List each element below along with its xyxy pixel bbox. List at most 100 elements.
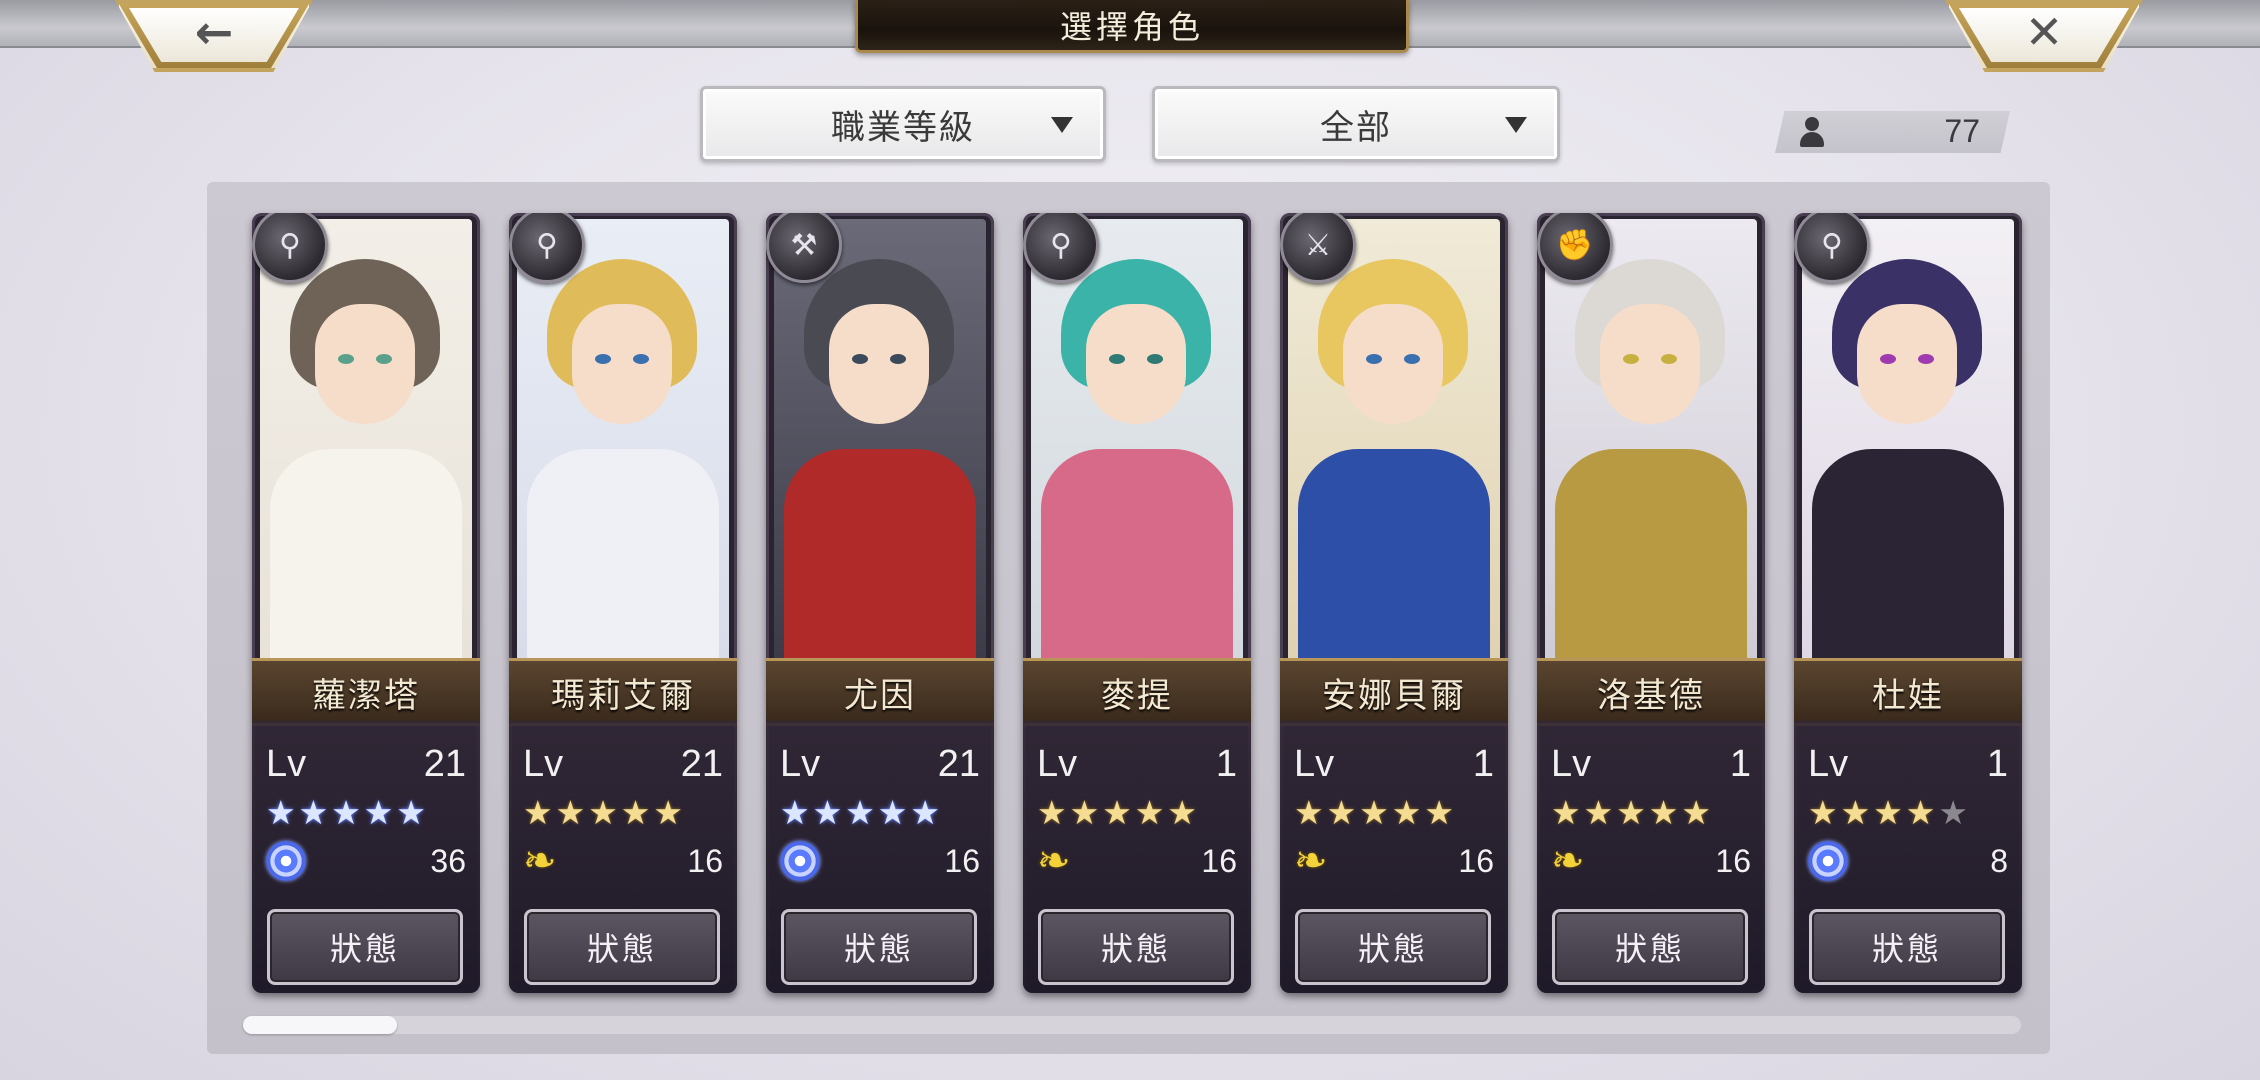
character-name: 安娜貝爾 — [1322, 675, 1466, 716]
element-row: ❧ 16 — [523, 837, 723, 887]
star-icon: ★ — [812, 793, 843, 832]
character-card[interactable]: ⚲ 蘿潔塔 Lv 21 ★ ★ ★ ★ ★ 36 狀態 — [252, 213, 480, 993]
character-card[interactable]: ✊ 洛基德 Lv 1 ★ ★ ★ ★ ★ ❧ 16 狀態 — [1537, 213, 1765, 993]
level-value: 21 — [423, 743, 466, 785]
element-row: 16 — [780, 837, 980, 887]
status-button[interactable]: 狀態 — [524, 909, 720, 985]
star-icon: ★ — [1359, 793, 1389, 832]
character-name: 杜娃 — [1872, 675, 1944, 716]
horizontal-scrollbar[interactable] — [243, 1016, 2021, 1034]
element-value: 16 — [944, 843, 980, 879]
star-icon: ★ — [1134, 793, 1165, 832]
element-value: 36 — [430, 843, 466, 879]
star-icon: ★ — [1873, 793, 1903, 832]
star-icon: ★ — [266, 793, 296, 832]
element-value: 8 — [1990, 843, 2008, 879]
close-x-icon: ✕ — [2024, 5, 2064, 59]
character-portrait[interactable] — [774, 219, 986, 666]
level-row: Lv 1 — [1294, 743, 1494, 785]
star-icon: ★ — [877, 793, 908, 832]
character-card[interactable]: ⚒ 尤因 Lv 21 ★ ★ ★ ★ ★ 16 狀態 — [766, 213, 994, 993]
element-row: 36 — [266, 837, 466, 887]
water-element-icon — [780, 841, 820, 881]
left-arrow-icon: ← — [194, 5, 234, 59]
wind-element-icon: ❧ — [523, 838, 557, 884]
wind-element-icon: ❧ — [1037, 838, 1071, 884]
status-button[interactable]: 狀態 — [267, 909, 463, 985]
status-button[interactable]: 狀態 — [1552, 909, 1748, 985]
level-label: Lv — [523, 743, 564, 785]
page-title: 選擇角色 — [1059, 8, 1204, 46]
character-name-bar: 杜娃 — [1794, 658, 2022, 726]
star-icon: ★ — [1326, 793, 1357, 832]
sort-dropdown[interactable]: 職業等級 — [700, 86, 1106, 162]
star-icon: ★ — [1167, 793, 1197, 832]
status-button[interactable]: 狀態 — [781, 909, 977, 985]
element-value: 16 — [1715, 843, 1751, 879]
star-rating: ★ ★ ★ ★ ★ — [1294, 795, 1494, 831]
status-button-label: 狀態 — [1871, 930, 1942, 968]
character-name-bar: 麥提 — [1023, 658, 1251, 726]
chevron-down-icon — [1051, 117, 1073, 133]
star-icon: ★ — [1905, 793, 1936, 832]
filter-dropdown[interactable]: 全部 — [1152, 86, 1560, 162]
character-portrait[interactable] — [517, 219, 729, 666]
character-card[interactable]: ⚲ 瑪莉艾爾 Lv 21 ★ ★ ★ ★ ★ ❧ 16 狀態 — [509, 213, 737, 993]
character-info: Lv 1 ★ ★ ★ ★ ★ 8 狀態 — [1794, 721, 2022, 993]
level-row: Lv 21 — [780, 743, 980, 785]
element-row: ❧ 16 — [1294, 837, 1494, 887]
star-rating: ★ ★ ★ ★ ★ — [1808, 795, 2008, 831]
character-card[interactable]: ⚲ 麥提 Lv 1 ★ ★ ★ ★ ★ ❧ 16 狀態 — [1023, 213, 1251, 993]
level-value: 1 — [1729, 743, 1751, 785]
wind-element-icon: ❧ — [1294, 838, 1328, 884]
status-button[interactable]: 狀態 — [1809, 909, 2005, 985]
star-icon: ★ — [780, 793, 810, 832]
character-card[interactable]: ⚲ 杜娃 Lv 1 ★ ★ ★ ★ ★ 8 狀態 — [1794, 213, 2022, 993]
level-value: 21 — [937, 743, 980, 785]
character-info: Lv 21 ★ ★ ★ ★ ★ ❧ 16 狀態 — [509, 721, 737, 993]
star-icon: ★ — [298, 793, 329, 832]
title-plate: 選擇角色 — [855, 0, 1409, 53]
element-row: ❧ 16 — [1037, 837, 1237, 887]
level-label: Lv — [1808, 743, 1849, 785]
level-label: Lv — [1294, 743, 1335, 785]
star-icon: ★ — [1648, 793, 1679, 832]
water-element-icon — [266, 841, 306, 881]
character-portrait[interactable] — [1802, 219, 2014, 666]
character-portrait[interactable] — [1288, 219, 1500, 666]
character-portrait[interactable] — [260, 219, 472, 666]
star-icon: ★ — [555, 793, 586, 832]
character-count-badge: 77 — [1775, 111, 2010, 153]
status-button[interactable]: 狀態 — [1038, 909, 1234, 985]
character-portrait[interactable] — [1545, 219, 1757, 666]
character-name: 麥提 — [1101, 675, 1173, 716]
level-label: Lv — [1037, 743, 1078, 785]
level-row: Lv 21 — [266, 743, 466, 785]
level-label: Lv — [1551, 743, 1592, 785]
character-portrait[interactable] — [1031, 219, 1243, 666]
character-name-bar: 瑪莉艾爾 — [509, 658, 737, 726]
star-icon: ★ — [331, 793, 361, 832]
character-info: Lv 1 ★ ★ ★ ★ ★ ❧ 16 狀態 — [1280, 721, 1508, 993]
star-icon: ★ — [910, 793, 940, 832]
character-name: 蘿潔塔 — [312, 675, 420, 716]
character-name: 尤因 — [844, 675, 916, 716]
character-info: Lv 21 ★ ★ ★ ★ ★ 16 狀態 — [766, 721, 994, 993]
character-card[interactable]: ⚔ 安娜貝爾 Lv 1 ★ ★ ★ ★ ★ ❧ 16 狀態 — [1280, 213, 1508, 993]
element-row: ❧ 16 — [1551, 837, 1751, 887]
character-name: 瑪莉艾爾 — [551, 675, 695, 716]
level-value: 21 — [680, 743, 723, 785]
back-button[interactable]: ← — [115, 0, 313, 72]
star-icon: ★ — [588, 793, 618, 832]
star-icon: ★ — [396, 793, 426, 832]
star-icon: ★ — [1840, 793, 1871, 832]
status-button[interactable]: 狀態 — [1295, 909, 1491, 985]
status-button-label: 狀態 — [1100, 930, 1171, 968]
star-icon: ★ — [620, 793, 651, 832]
star-icon: ★ — [1616, 793, 1646, 832]
close-button[interactable]: ✕ — [1945, 0, 2143, 72]
element-value: 16 — [1458, 843, 1494, 879]
scrollbar-thumb[interactable] — [243, 1016, 397, 1034]
level-row: Lv 1 — [1551, 743, 1751, 785]
star-icon: ★ — [1391, 793, 1422, 832]
